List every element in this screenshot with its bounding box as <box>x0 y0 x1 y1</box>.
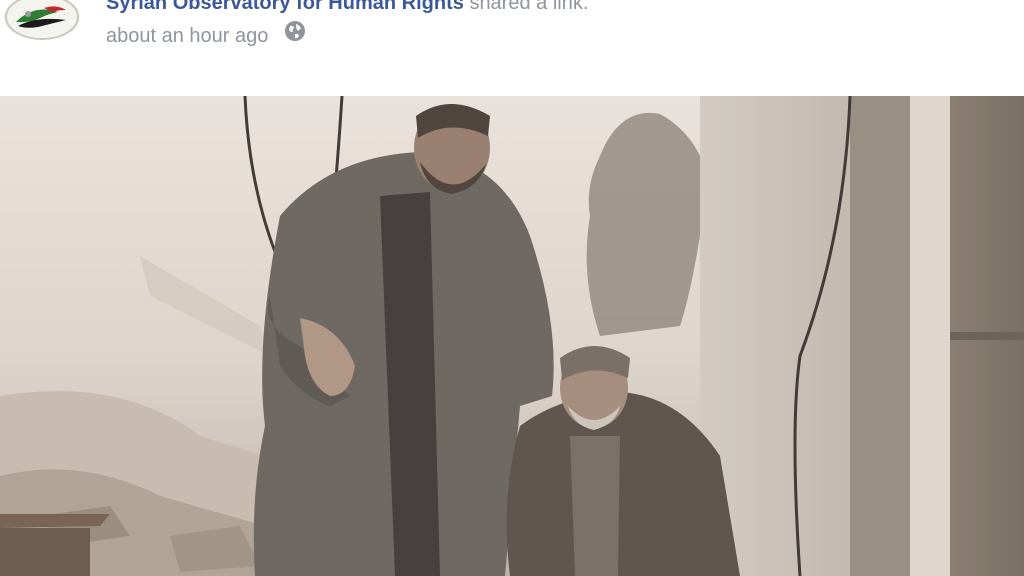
globe-icon[interactable] <box>284 20 306 50</box>
page-name-link[interactable]: Syrian Observatory for Human Rights <box>106 0 464 14</box>
post-action-text: shared a link. <box>469 0 589 14</box>
post-timestamp[interactable]: about an hour ago <box>106 25 268 47</box>
post-header: Syrian Observatory for Human Rights shar… <box>0 0 1024 96</box>
page-logo-icon[interactable] <box>4 0 80 40</box>
post-meta: about an hour ago <box>106 20 306 50</box>
shared-link-photo[interactable] <box>0 96 1024 576</box>
feed-post: Syrian Observatory for Human Rights shar… <box>0 0 1024 576</box>
post-headline: Syrian Observatory for Human Rights shar… <box>106 0 588 16</box>
